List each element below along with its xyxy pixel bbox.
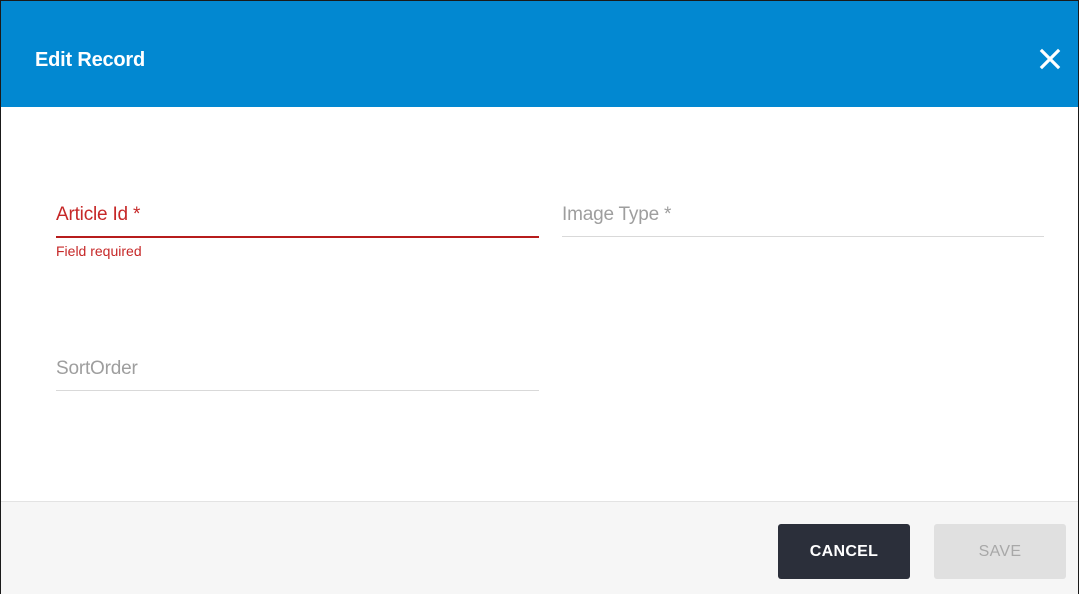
sort-order-underline	[56, 390, 539, 391]
dialog-header: Edit Record	[1, 1, 1078, 107]
article-id-field[interactable]: Article Id * Field required	[56, 203, 539, 263]
edit-record-dialog: Edit Record Article Id * Field required …	[0, 0, 1079, 594]
article-id-input[interactable]	[56, 203, 539, 235]
dialog-body: Article Id * Field required Image Type *…	[1, 107, 1078, 501]
sort-order-field[interactable]: SortOrder	[56, 357, 539, 397]
cancel-button[interactable]: CANCEL	[778, 524, 910, 579]
close-button[interactable]	[1036, 45, 1064, 73]
image-type-input[interactable]	[562, 203, 1044, 235]
close-icon	[1039, 48, 1061, 70]
image-type-field[interactable]: Image Type *	[562, 203, 1044, 243]
article-id-underline	[56, 236, 539, 238]
dialog-title: Edit Record	[35, 49, 146, 71]
article-id-error: Field required	[56, 243, 142, 259]
save-button[interactable]: SAVE	[934, 524, 1066, 579]
image-type-underline	[562, 236, 1044, 237]
sort-order-input[interactable]	[56, 357, 539, 389]
dialog-footer: CANCEL SAVE	[1, 501, 1078, 594]
